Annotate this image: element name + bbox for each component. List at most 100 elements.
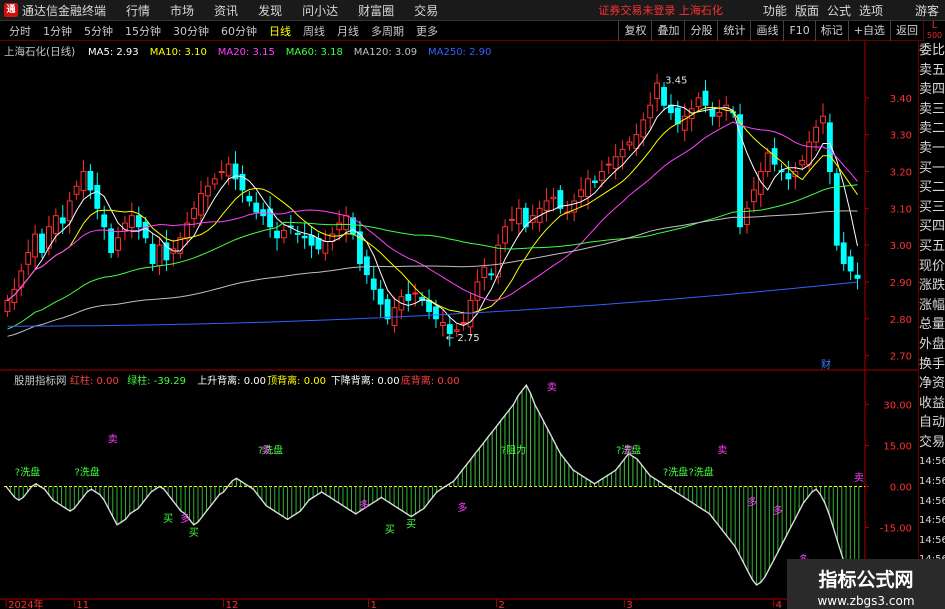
sidebar-item-19[interactable]: 自动	[919, 413, 945, 433]
candle-body	[280, 229, 287, 239]
price-tick-label-3: 3.00	[890, 241, 912, 252]
menu-item-ask[interactable]: 问小达	[302, 2, 338, 19]
sidebar-item-7[interactable]: 买二	[919, 178, 945, 198]
tool-f10[interactable]: F10	[783, 21, 814, 41]
period-1min[interactable]: 1分钟	[40, 22, 75, 40]
chart-area[interactable]: 上海石化(日线) MA5: 2.93 MA10: 3.10 MA20: 3.15 MA6…	[0, 41, 918, 609]
period-60min[interactable]: 60分钟	[218, 22, 260, 40]
sidebar-item-21[interactable]: 14:56	[919, 452, 945, 472]
sidebar-item-11[interactable]: 现价	[919, 257, 945, 277]
menu-item-trade[interactable]: 交易	[414, 2, 438, 19]
sidebar-item-13[interactable]: 涨幅	[919, 296, 945, 316]
candle-body	[4, 299, 11, 312]
period-tick[interactable]: 分时	[6, 22, 34, 40]
sidebar-item-12[interactable]: 涨跌	[919, 276, 945, 296]
candle-body	[253, 202, 260, 213]
sidebar-item-10[interactable]: 买五	[919, 237, 945, 257]
sidebar-item-20[interactable]: 交易	[919, 433, 945, 453]
sidebar-item-17[interactable]: 净资	[919, 374, 945, 394]
candle-body	[39, 233, 45, 254]
sidebar-item-18[interactable]: 收益	[919, 394, 945, 414]
sidebar-item-4[interactable]: 卖二	[919, 119, 945, 139]
signal-label-16: 多	[359, 498, 369, 511]
sidebar-item-14[interactable]: 总量	[919, 315, 945, 335]
signal-label-20: 多	[747, 496, 757, 509]
period-weekly[interactable]: 周线	[300, 22, 328, 40]
tool-back[interactable]: 返回	[890, 21, 923, 41]
sidebar-item-5[interactable]: 卖一	[919, 139, 945, 159]
tool-split[interactable]: 分股	[684, 21, 717, 41]
ma-label-1: MA10: 3.10	[150, 47, 207, 58]
candle-body	[543, 200, 550, 212]
candle-body	[737, 114, 743, 228]
indicator-label-3: 顶背离: 0.00	[267, 374, 326, 387]
tool-add-watchlist[interactable]: +自选	[847, 21, 890, 41]
signal-label-0: ?洗盘	[15, 466, 40, 479]
candle-body	[163, 242, 170, 261]
menu-item-news[interactable]: 资讯	[214, 2, 238, 19]
period-30min[interactable]: 30分钟	[170, 22, 212, 40]
app-title: 通达信金融终端	[22, 3, 107, 18]
menu-item-wealth[interactable]: 财富圈	[358, 2, 394, 19]
candle-body	[674, 107, 681, 125]
sidebar-item-25[interactable]: 14:56	[919, 531, 945, 551]
sidebar-item-16[interactable]: 换手	[919, 355, 945, 375]
period-multi[interactable]: 多周期	[368, 22, 407, 40]
candle-body	[294, 232, 301, 235]
candle-body	[32, 233, 39, 258]
menu-item-layout[interactable]: 版面	[795, 2, 819, 19]
candle-body	[806, 141, 813, 166]
level2-badge[interactable]: L 500	[923, 21, 945, 41]
sidebar-item-3[interactable]: 卖三	[919, 100, 945, 120]
menu-item-market[interactable]: 市场	[170, 2, 194, 19]
menu-item-options[interactable]: 选项	[859, 2, 883, 19]
sidebar-item-6[interactable]: 买一	[919, 159, 945, 179]
candle-body	[370, 278, 377, 290]
sidebar-item-1[interactable]: 卖五	[919, 61, 945, 81]
candle-body	[612, 156, 619, 170]
indicator-label-1: 绿柱: -39.29	[127, 374, 186, 387]
sidebar-item-8[interactable]: 买三	[919, 198, 945, 218]
ma-line-ma250	[7, 281, 858, 327]
menu-item-function[interactable]: 功能	[763, 2, 787, 19]
tool-draw[interactable]: 画线	[750, 21, 783, 41]
tool-adjust[interactable]: 复权	[618, 21, 651, 41]
candle-body	[274, 230, 280, 239]
candle-body	[702, 90, 709, 106]
candle-body	[204, 185, 211, 197]
sidebar-item-0[interactable]: 委比	[919, 41, 945, 61]
period-more[interactable]: 更多	[413, 22, 441, 40]
ma-label-0: MA5: 2.93	[88, 47, 139, 58]
candle-body	[363, 256, 370, 276]
candle-body	[598, 170, 605, 181]
tool-overlay[interactable]: 叠加	[651, 21, 684, 41]
watermark: 指标公式网 www.zbgs3.com	[787, 559, 945, 609]
ma-line-ma60	[7, 184, 858, 330]
menu-item-formula[interactable]: 公式	[827, 2, 851, 19]
period-monthly[interactable]: 月线	[334, 22, 362, 40]
menu-item-quotes[interactable]: 行情	[126, 2, 150, 19]
period-15min[interactable]: 15分钟	[122, 22, 164, 40]
sidebar-item-24[interactable]: 14:56	[919, 511, 945, 531]
menu-item-discover[interactable]: 发现	[258, 2, 282, 19]
candle-body	[87, 170, 94, 191]
sidebar-item-9[interactable]: 买四	[919, 217, 945, 237]
guest-label[interactable]: 游客	[915, 2, 939, 19]
period-daily[interactable]: 日线	[266, 22, 294, 40]
login-warning[interactable]: 证券交易未登录 上海石化	[598, 2, 723, 18]
sidebar-item-15[interactable]: 外盘	[919, 335, 945, 355]
tool-stats[interactable]: 统计	[717, 21, 750, 41]
candle-body	[744, 207, 750, 226]
candle-body	[301, 235, 308, 239]
candle-body	[343, 215, 350, 231]
candle-body	[799, 159, 806, 166]
price-tick-label-1: 2.80	[890, 315, 912, 326]
tool-mark[interactable]: 标记	[814, 21, 848, 41]
sidebar-item-23[interactable]: 14:56	[919, 492, 945, 512]
period-5min[interactable]: 5分钟	[81, 22, 116, 40]
candle-body	[591, 180, 598, 184]
indicator-header-title: 股朋指标网	[14, 374, 67, 387]
sidebar-item-22[interactable]: 14:56	[919, 472, 945, 492]
sidebar-item-2[interactable]: 卖四	[919, 80, 945, 100]
watermark-url: www.zbgs3.com	[817, 594, 915, 608]
